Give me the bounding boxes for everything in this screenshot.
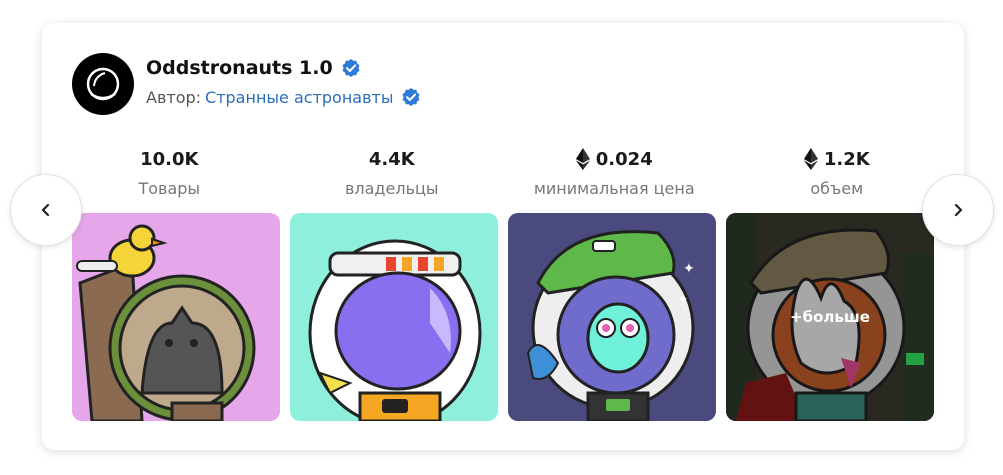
nft-thumbnail[interactable] [290, 213, 498, 421]
stat-volume: 1.2K объем [726, 147, 949, 198]
chevron-right-icon [954, 203, 963, 217]
nft-thumbnail[interactable]: ✦ ✦ [508, 213, 716, 421]
stat-value: 1.2K [823, 148, 870, 170]
stat-value: 4.4K [368, 148, 415, 170]
collection-stats: 10.0K Товары 4.4K владельцы 0.024 минима… [58, 147, 948, 198]
ethereum-icon [803, 148, 818, 170]
stat-label: Товары [138, 179, 201, 198]
ethereum-icon [575, 148, 590, 170]
stat-label: минимальная цена [533, 179, 695, 198]
astronaut-owl-image: ✦ ✦ [508, 213, 716, 421]
helmet-logo-icon [86, 67, 120, 101]
verified-badge-icon [342, 59, 360, 77]
stat-value: 10.0K [140, 148, 199, 170]
nft-thumbnails: ✦ ✦ +больше [72, 213, 934, 421]
collection-card: Oddstronauts 1.0 Автор: Странные астрона… [42, 23, 964, 450]
collection-avatar[interactable] [72, 53, 134, 115]
svg-text:✦: ✦ [683, 261, 695, 277]
collection-title[interactable]: Oddstronauts 1.0 [146, 57, 333, 79]
astronaut-cat-duck-image [72, 213, 280, 421]
nft-thumbnail[interactable] [72, 213, 280, 421]
astronaut-purple-visor-image [290, 213, 498, 421]
chevron-left-icon [41, 203, 50, 217]
verified-badge-icon [402, 88, 420, 106]
svg-text:✦: ✦ [678, 292, 688, 306]
stat-items: 10.0K Товары [58, 147, 281, 199]
stat-label: объем [810, 179, 864, 198]
carousel-next-button[interactable] [922, 174, 994, 246]
stat-floor-price: 0.024 минимальная цена [503, 147, 726, 198]
carousel-prev-button[interactable] [10, 174, 82, 246]
author-link[interactable]: Странные астронавты [205, 88, 393, 107]
author-prefix: Автор: [146, 87, 202, 107]
nft-thumbnail-more[interactable]: +больше [726, 213, 934, 421]
more-label: +больше [726, 213, 934, 421]
stat-owners: 4.4K владельцы [281, 147, 504, 199]
stat-value: 0.024 [595, 148, 653, 170]
stat-label: владельцы [344, 179, 439, 198]
